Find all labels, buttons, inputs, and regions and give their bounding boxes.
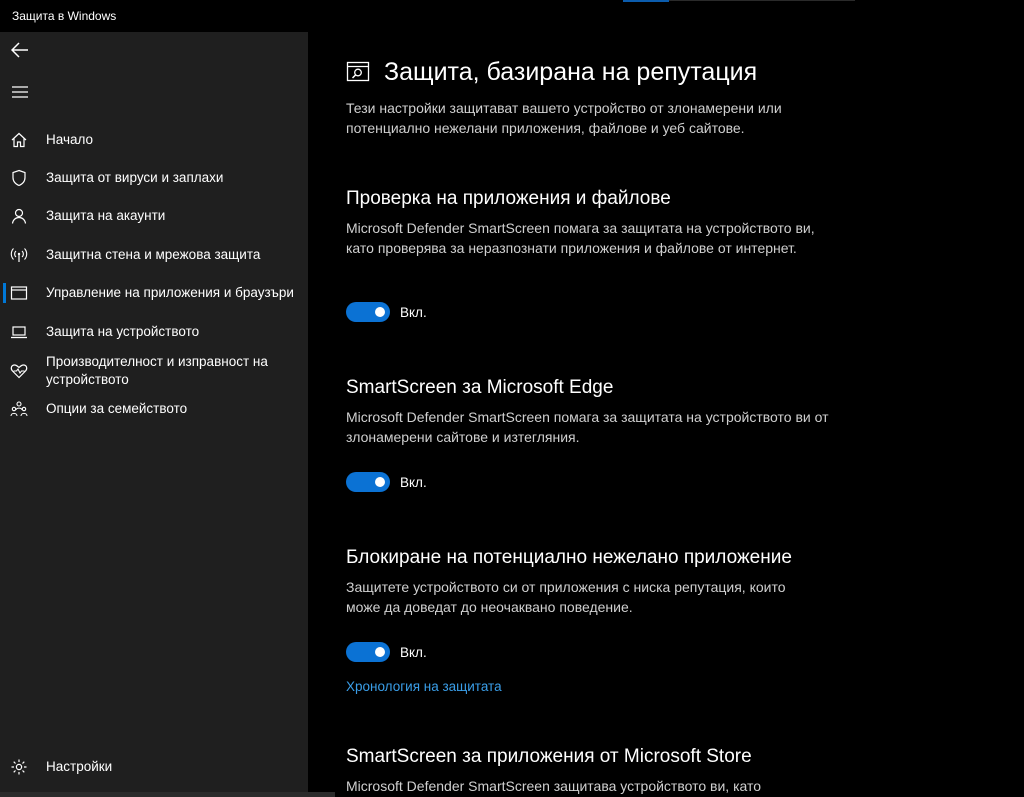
toggle-switch[interactable]: [346, 642, 390, 662]
sidebar-item-label: Опции за семейството: [46, 401, 188, 416]
back-arrow-icon: [11, 42, 28, 58]
heart-pulse-icon: [10, 362, 28, 380]
sidebar-item-device-security[interactable]: Защита на устройството: [0, 313, 308, 351]
section-description-pua-blocking: Защитете устройството си от приложения с…: [346, 579, 786, 615]
toggle-smartscreen-edge[interactable]: Вкл.: [346, 472, 427, 492]
sidebar-item-label: Производителност и изправност на устройс…: [46, 354, 268, 387]
app-window-icon: [10, 284, 28, 302]
sidebar-item-label: Защита на акаунти: [46, 208, 166, 223]
sidebar-item-label: Начало: [46, 132, 94, 147]
sidebar-item-family-options[interactable]: Опции за семейството: [0, 390, 308, 428]
laptop-icon: [10, 323, 28, 341]
section-heading-smartscreen-edge: SmartScreen за Microsoft Edge: [346, 377, 614, 398]
app-window: Защита в Windows Начало Защита от вируси…: [0, 0, 1024, 797]
toggle-switch[interactable]: [346, 472, 390, 492]
toggle-app-file-check[interactable]: Вкл.: [346, 302, 427, 322]
toggle-knob: [375, 477, 385, 487]
sidebar-item-app-browser-control[interactable]: Управление на приложения и браузъри: [0, 274, 308, 312]
sidebar-item-home[interactable]: Начало: [0, 121, 308, 159]
toggle-label: Вкл.: [400, 474, 427, 490]
sidebar-item-virus-protection[interactable]: Защита от вируси и заплахи: [0, 159, 308, 197]
section-heading-smartscreen-store: SmartScreen за приложения от Microsoft S…: [346, 746, 752, 767]
section-heading-pua-blocking: Блокиране на потенциално нежелано прилож…: [346, 547, 792, 568]
gear-icon: [10, 758, 28, 776]
title-divider-line: [669, 0, 855, 1]
window-title: Защита в Windows: [12, 9, 117, 23]
sidebar-item-label: Защита от вируси и заплахи: [46, 170, 224, 185]
back-button[interactable]: [0, 32, 40, 68]
sidebar-item-label: Защитна стена и мрежова защита: [46, 247, 261, 262]
section-description-smartscreen-edge: Microsoft Defender SmartScreen помага за…: [346, 409, 829, 445]
page-description: Тези настройки защитават вашето устройст…: [346, 100, 782, 136]
section-description-app-file-check: Microsoft Defender SmartScreen помага за…: [346, 220, 815, 256]
toggle-label: Вкл.: [400, 644, 427, 660]
protection-history-link[interactable]: Хронология на защитата: [346, 679, 502, 694]
page-header: Защита, базирана на репутация: [346, 56, 757, 88]
toggle-label: Вкл.: [400, 304, 427, 320]
title-accent-line: [623, 0, 669, 2]
wifi-antenna-icon: [10, 246, 28, 264]
shield-icon: [10, 169, 28, 187]
sidebar-item-firewall[interactable]: Защитна стена и мрежова защита: [0, 236, 308, 274]
sidebar-item-account-protection[interactable]: Защита на акаунти: [0, 197, 308, 235]
sidebar: Начало Защита от вируси и заплахи Защита…: [0, 32, 308, 797]
section-description-smartscreen-store: Microsoft Defender SmartScreen защитава …: [346, 778, 762, 794]
hamburger-menu-button[interactable]: [0, 74, 40, 110]
section-heading-app-file-check: Проверка на приложения и файлове: [346, 188, 671, 209]
reputation-search-icon: [346, 60, 370, 84]
home-icon: [10, 131, 28, 149]
active-indicator: [3, 283, 6, 303]
hamburger-icon: [12, 86, 28, 98]
horizontal-scrollbar[interactable]: [0, 792, 335, 797]
toggle-knob: [375, 647, 385, 657]
main-content: Защита, базирана на репутация Тези настр…: [308, 32, 1024, 797]
page-title: Защита, базирана на репутация: [384, 57, 758, 86]
person-icon: [10, 207, 28, 225]
toggle-knob: [375, 307, 385, 317]
toggle-switch[interactable]: [346, 302, 390, 322]
sidebar-item-label: Управление на приложения и браузъри: [46, 285, 294, 300]
family-icon: [10, 400, 28, 418]
sidebar-item-label: Защита на устройството: [46, 324, 200, 339]
sidebar-settings-label: Настройки: [46, 759, 113, 774]
toggle-pua-blocking[interactable]: Вкл.: [346, 642, 427, 662]
title-bar: Защита в Windows: [0, 0, 1024, 32]
sidebar-item-device-performance[interactable]: Производителност и изправност на устройс…: [0, 352, 308, 390]
sidebar-item-settings[interactable]: Настройки: [0, 748, 308, 786]
